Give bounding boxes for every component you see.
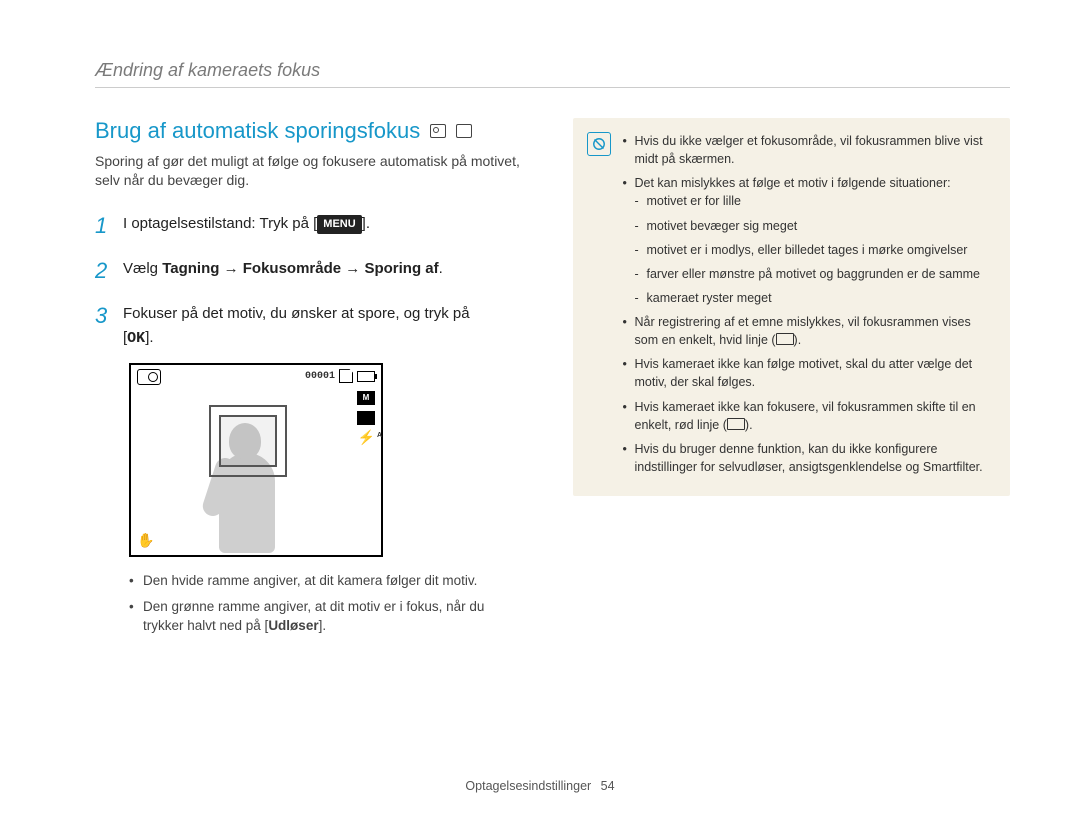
menu-path-segment: Fokusområde <box>243 260 341 277</box>
note-item: Hvis du bruger denne funktion, kan du ik… <box>623 440 993 476</box>
scene-mode-icon <box>456 124 472 138</box>
text: Når registrering af et emne mislykkes, v… <box>635 315 971 347</box>
note-list: Hvis du ikke vælger et fokusområde, vil … <box>623 132 993 476</box>
arrow-icon: → <box>219 260 242 277</box>
section-title-text: Brug af automatisk sporingsfokus <box>95 118 420 144</box>
text: ]. <box>362 215 370 232</box>
text: ). <box>745 418 753 432</box>
note-item: Hvis du ikke vælger et fokusområde, vil … <box>623 132 993 168</box>
footer-section: Optagelsesindstillinger <box>465 779 591 793</box>
note-subitem: motivet bevæger sig meget <box>635 217 993 235</box>
step-1: 1 I optagelsestilstand: Tryk på [MENU]. <box>95 208 533 243</box>
shutter-label: Udløser <box>268 618 318 633</box>
quality-icon <box>357 411 375 425</box>
white-frame-icon <box>776 333 794 345</box>
camera-mode-indicator-icon <box>137 369 161 385</box>
left-column: Brug af automatisk sporingsfokus Sporing… <box>95 118 533 642</box>
step-2: 2 Vælg Tagning → Fokusområde → Sporing a… <box>95 253 533 288</box>
note-icon <box>587 132 611 156</box>
text: Vælg <box>123 260 162 277</box>
text: Det kan mislykkes at følge et motiv i fø… <box>635 176 951 190</box>
image-size-icon: M <box>357 391 375 405</box>
lcd-top-left <box>137 369 161 385</box>
right-column: Hvis du ikke vælger et fokusområde, vil … <box>573 118 1011 642</box>
note-item: Når registrering af et emne mislykkes, v… <box>623 313 993 349</box>
step-text: Vælg Tagning → Fokusområde → Sporing af. <box>123 253 533 288</box>
step-text: Fokuser på det motiv, du ønsker at spore… <box>123 298 533 351</box>
text: ]. <box>145 329 153 346</box>
sub-bullets: Den hvide ramme angiver, at dit kamera f… <box>95 571 533 636</box>
steps-list: 1 I optagelsestilstand: Tryk på [MENU]. … <box>95 208 533 351</box>
sub-bullet: Den grønne ramme angiver, at dit motiv e… <box>129 597 533 636</box>
text: Hvis kameraet ikke kan fokusere, vil fok… <box>635 400 976 432</box>
camera-mode-icon <box>430 124 446 138</box>
ok-button-label: OK <box>127 330 145 347</box>
note-subitem: motivet er i modlys, eller billedet tage… <box>635 241 993 259</box>
note-box: Hvis du ikke vælger et fokusområde, vil … <box>573 118 1011 496</box>
step-number: 2 <box>95 253 111 288</box>
note-item: Hvis kameraet ikke kan fokusere, vil fok… <box>623 398 993 434</box>
text: Den grønne ramme angiver, at dit motiv e… <box>143 599 484 614</box>
note-subitem: motivet er for lille <box>635 192 993 210</box>
manual-page: { "header": { "running_head": "Ændring a… <box>0 0 1080 815</box>
sd-card-icon <box>339 369 353 383</box>
text: Fokuser på det motiv, du ønsker at spore… <box>123 305 470 322</box>
text: ]. <box>319 618 327 633</box>
battery-icon <box>357 371 375 382</box>
lcd-right-icons: M ⚡ <box>357 391 375 443</box>
text: I optagelsestilstand: Tryk på [ <box>123 215 317 232</box>
note-subitem: kameraet ryster meget <box>635 289 993 307</box>
note-item: Hvis kameraet ikke kan følge motivet, sk… <box>623 355 993 391</box>
text: trykker halvt ned på [ <box>143 618 268 633</box>
menu-button-label: MENU <box>317 215 361 235</box>
note-subitem: farver eller mønstre på motivet og baggr… <box>635 265 993 283</box>
section-intro: Sporing af gør det muligt at følge og fo… <box>95 152 533 190</box>
shot-counter: 00001 <box>305 371 335 382</box>
lcd-top-right: 00001 <box>305 369 375 383</box>
note-sublist: motivet er for lille motivet bevæger sig… <box>635 192 993 307</box>
focus-frame-inner <box>219 415 277 467</box>
arrow-icon: → <box>341 260 364 277</box>
flash-auto-icon: ⚡ <box>358 431 375 443</box>
text: . <box>439 260 443 277</box>
red-frame-icon <box>727 418 745 430</box>
step-3: 3 Fokuser på det motiv, du ønsker at spo… <box>95 298 533 351</box>
page-footer: Optagelsesindstillinger 54 <box>0 779 1080 793</box>
content-columns: Brug af automatisk sporingsfokus Sporing… <box>95 118 1010 642</box>
menu-path-segment: Sporing af <box>364 260 438 277</box>
step-number: 1 <box>95 208 111 243</box>
focus-frame-outer <box>209 405 287 477</box>
text: ). <box>794 333 802 347</box>
step-text: I optagelsestilstand: Tryk på [MENU]. <box>123 208 533 243</box>
camera-lcd-figure: 00001 M ⚡ ✋ <box>129 363 383 557</box>
sub-bullet: Den hvide ramme angiver, at dit kamera f… <box>129 571 533 591</box>
stabilizer-icon: ✋ <box>137 532 154 549</box>
menu-path-segment: Tagning <box>162 260 219 277</box>
running-header: Ændring af kameraets fokus <box>95 60 1010 88</box>
note-item: Det kan mislykkes at følge et motiv i fø… <box>623 174 993 307</box>
page-number: 54 <box>601 779 615 793</box>
step-number: 3 <box>95 298 111 351</box>
section-title: Brug af automatisk sporingsfokus <box>95 118 533 144</box>
